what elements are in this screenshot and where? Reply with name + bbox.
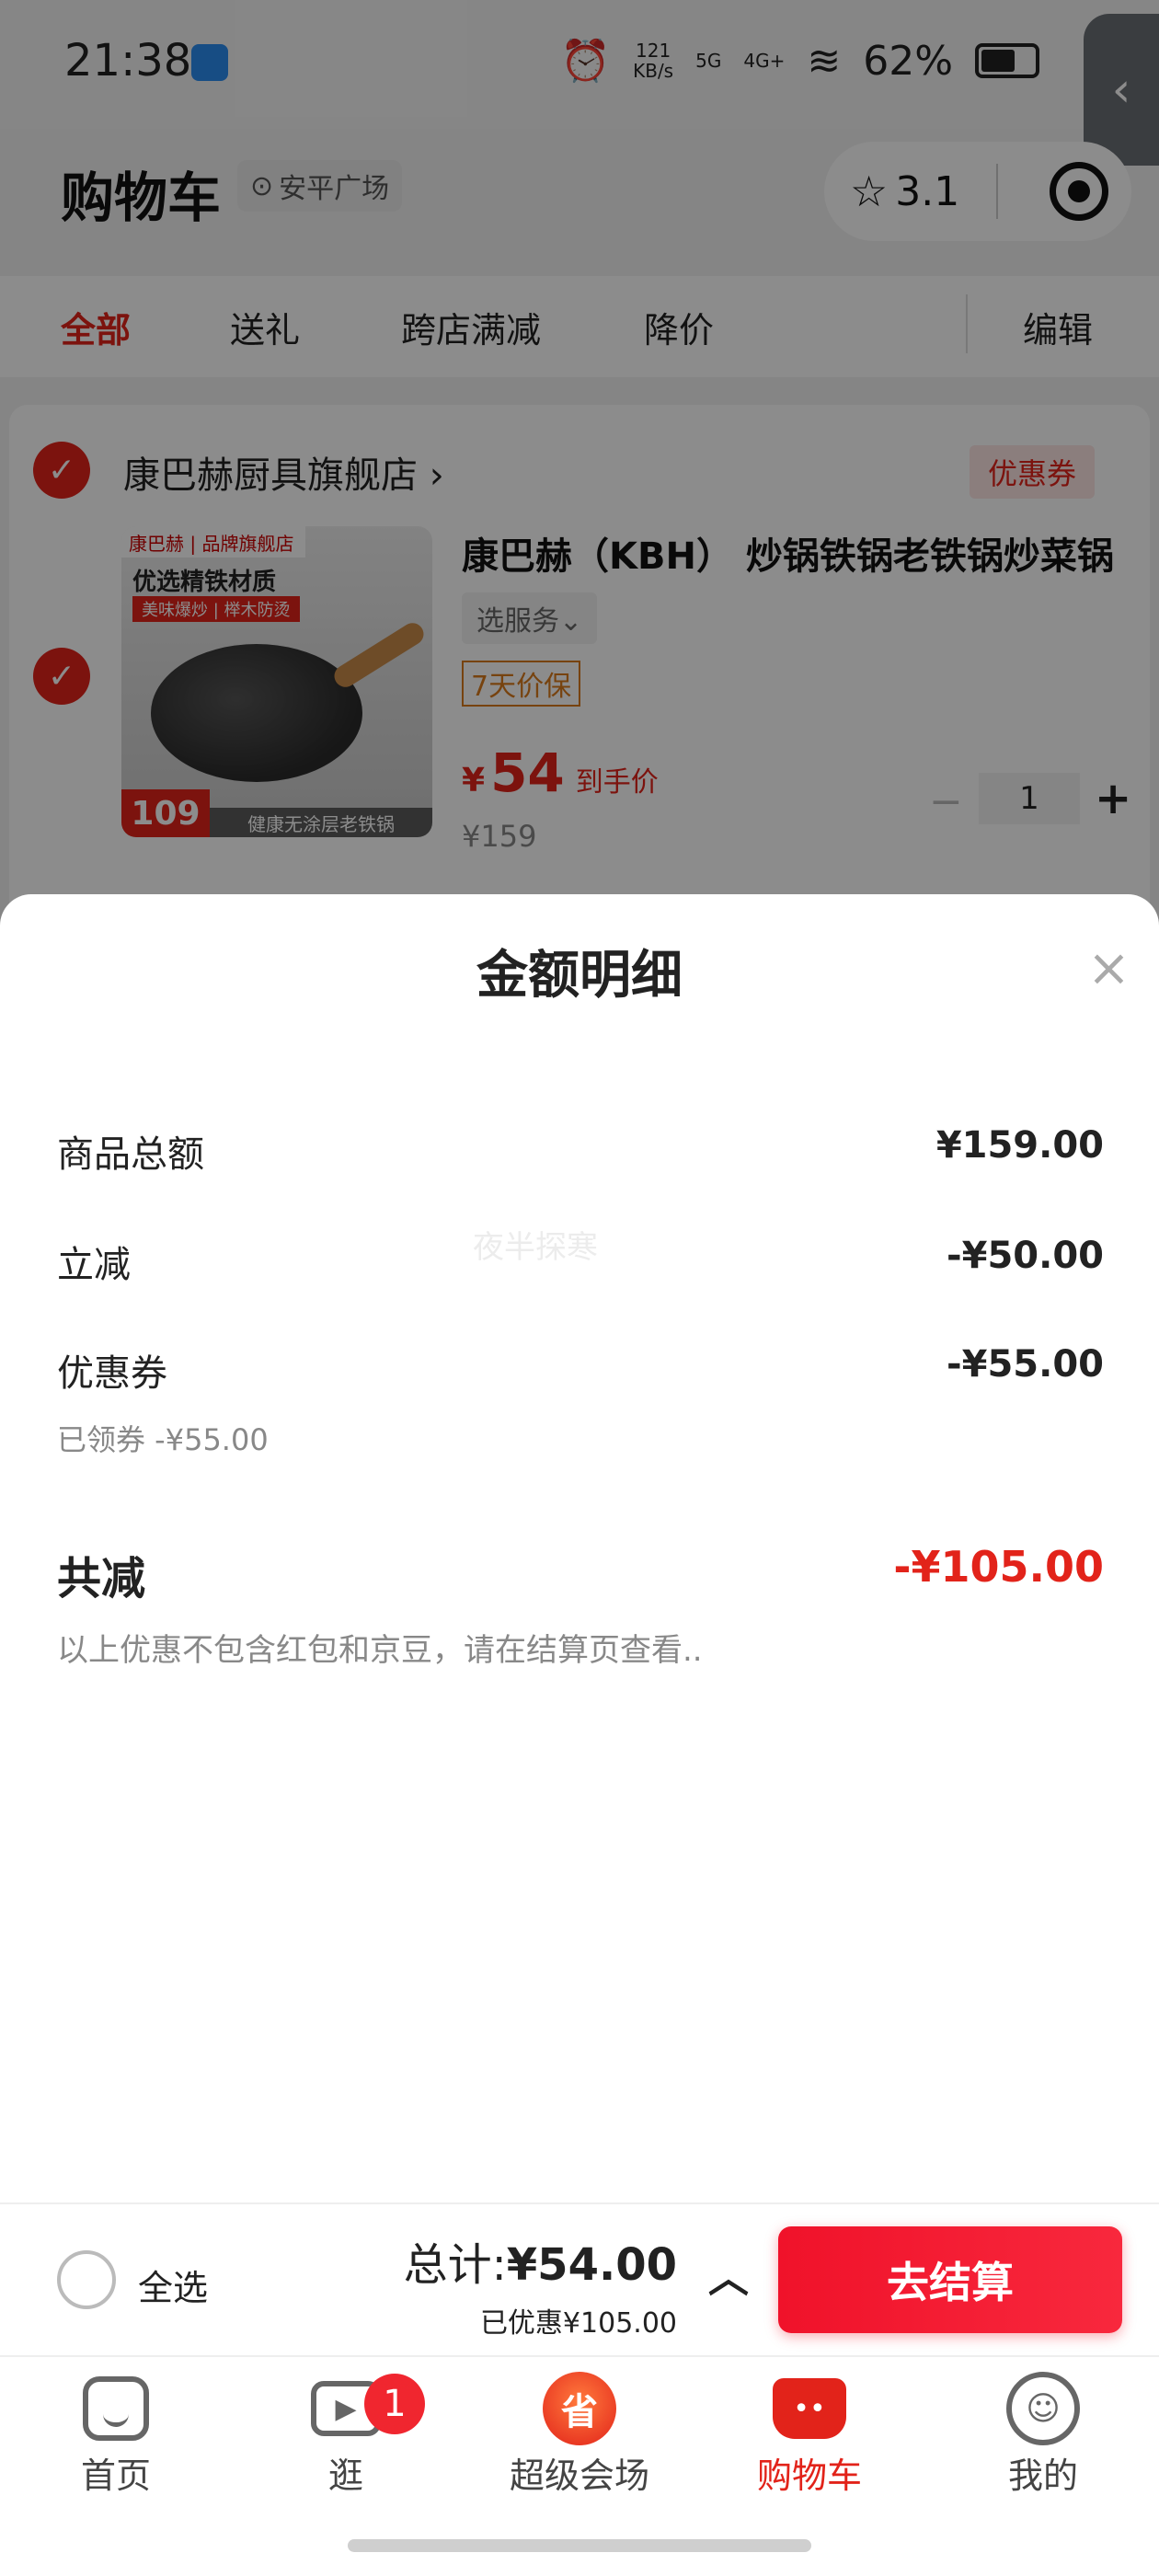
super-venue-icon: 省 <box>543 2372 616 2445</box>
notification-badge: 1 <box>364 2374 425 2434</box>
total-discount-label: 共减 <box>57 1553 146 1604</box>
tab-profile[interactable]: ☺ 我的 <box>951 2372 1135 2498</box>
row-value-subtotal: ¥159.00 <box>935 1124 1104 1167</box>
checkout-button[interactable]: 去结算 <box>778 2226 1122 2333</box>
row-label-coupon: 优惠券 <box>57 1352 167 1395</box>
discount-note: 以上优惠不包含红包和京豆，请在结算页查看.. <box>57 1632 703 1669</box>
profile-icon: ☺ <box>1006 2372 1080 2445</box>
tab-super-venue[interactable]: 省 超级会场 <box>488 2372 671 2498</box>
cart-icon: •• <box>773 2378 846 2439</box>
tab-cart[interactable]: •• 购物车 <box>717 2374 901 2498</box>
home-indicator[interactable] <box>348 2539 811 2552</box>
select-all-checkbox[interactable] <box>57 2250 116 2309</box>
tab-home[interactable]: 首页 <box>24 2374 208 2498</box>
tab-profile-label: 我的 <box>1007 2455 1078 2496</box>
row-sub-coupon: 已领券 -¥55.00 <box>57 1422 269 1457</box>
total-sum: 总计:¥54.00 <box>403 2239 677 2291</box>
row-value-discount: -¥50.00 <box>947 1235 1104 1277</box>
sheet-title: 金额明细 <box>476 946 683 1006</box>
watermark: 夜半探寒 <box>473 1229 598 1266</box>
row-label-discount: 立减 <box>57 1244 131 1286</box>
home-icon <box>83 2376 149 2441</box>
saved-amount: 已优惠¥105.00 <box>479 2307 677 2340</box>
close-icon[interactable]: × <box>1087 938 1130 998</box>
chevron-up-icon[interactable]: ︿ <box>708 2245 749 2304</box>
row-label-subtotal: 商品总额 <box>57 1133 204 1176</box>
select-all-label[interactable]: 全选 <box>138 2260 208 2310</box>
total-discount-value: -¥105.00 <box>893 1542 1104 1592</box>
tab-home-label: 首页 <box>80 2455 151 2496</box>
tab-super-venue-label: 超级会场 <box>509 2455 649 2496</box>
tab-browse-label: 逛 <box>327 2455 363 2496</box>
tab-cart-label: 购物车 <box>756 2455 862 2496</box>
row-value-coupon: -¥55.00 <box>947 1343 1104 1386</box>
